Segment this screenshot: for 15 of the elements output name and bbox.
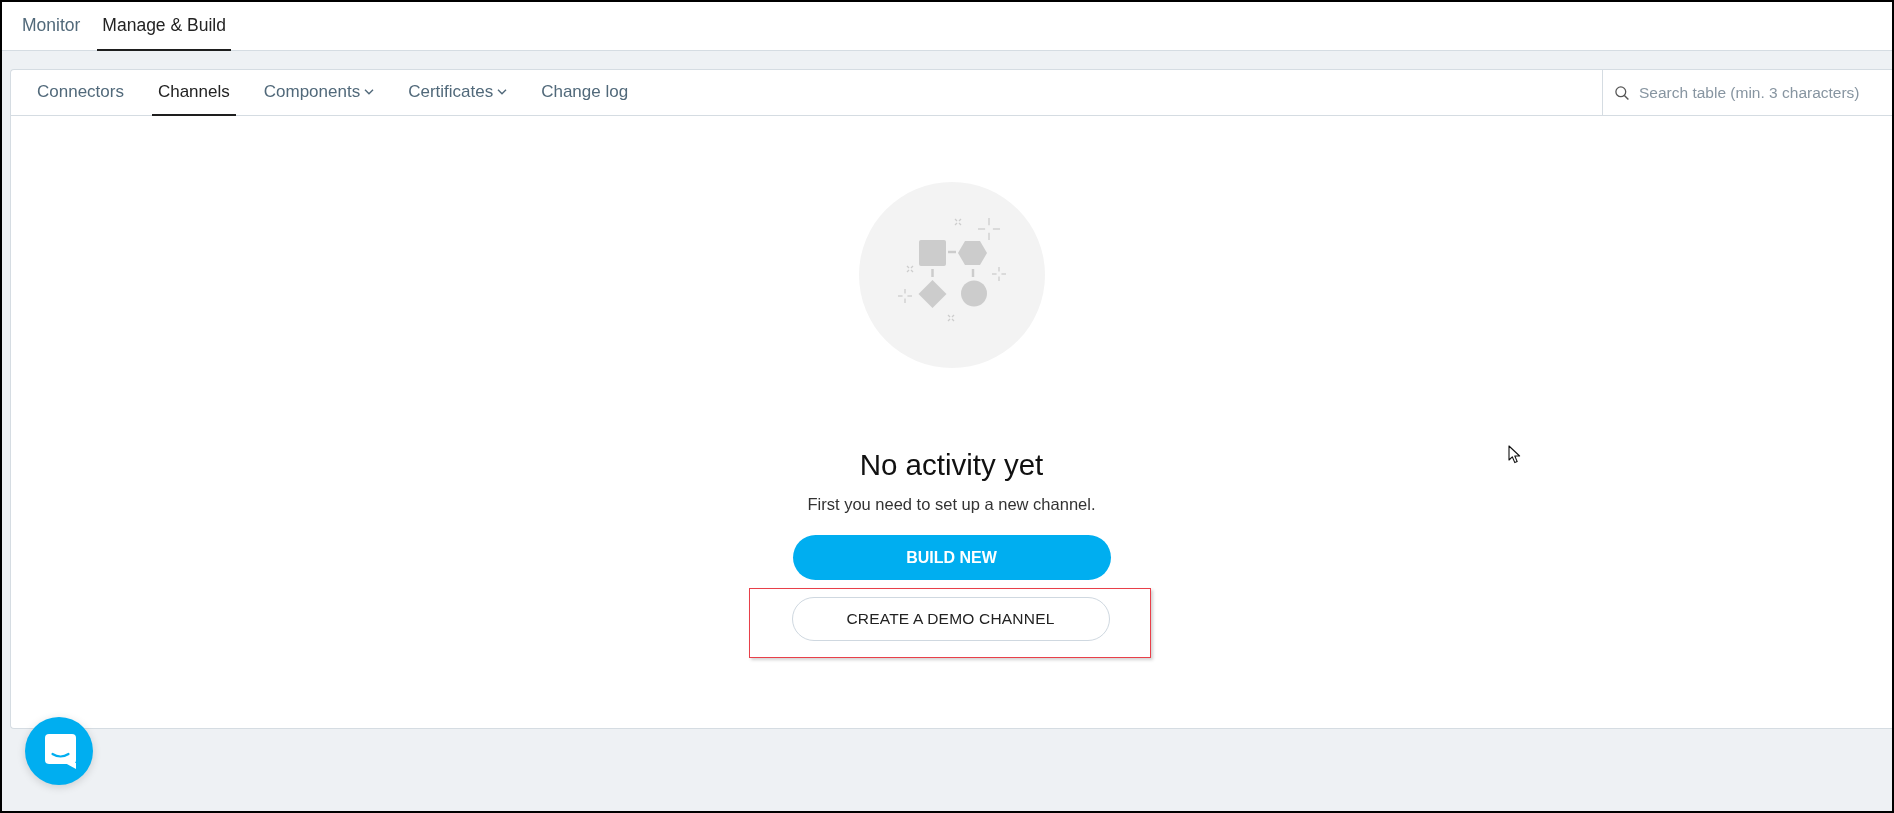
top-tab[interactable]: Manage & Build — [97, 2, 231, 51]
empty-state-title: No activity yet — [859, 448, 1044, 482]
sub-tab[interactable]: Change log — [535, 70, 635, 116]
empty-state-message: First you need to set up a new channel. — [807, 494, 1096, 514]
search-icon — [1615, 85, 1629, 100]
sub-tab[interactable]: Components — [257, 70, 381, 116]
mouse-pointer-icon — [1508, 445, 1521, 464]
search-field[interactable]: Search table (min. 3 characters) — [1639, 80, 1892, 105]
chat-button[interactable] — [25, 717, 93, 785]
demo-channel-button[interactable]: CREATE A DEMO CHANNEL — [791, 597, 1110, 641]
sub-tab[interactable]: Connectors — [31, 70, 130, 116]
sub-tab[interactable]: Certificates — [402, 70, 514, 116]
chat-bubble-icon — [44, 733, 76, 769]
sub-tab[interactable]: Channels — [151, 70, 236, 116]
top-tab[interactable]: Monitor — [17, 2, 86, 51]
